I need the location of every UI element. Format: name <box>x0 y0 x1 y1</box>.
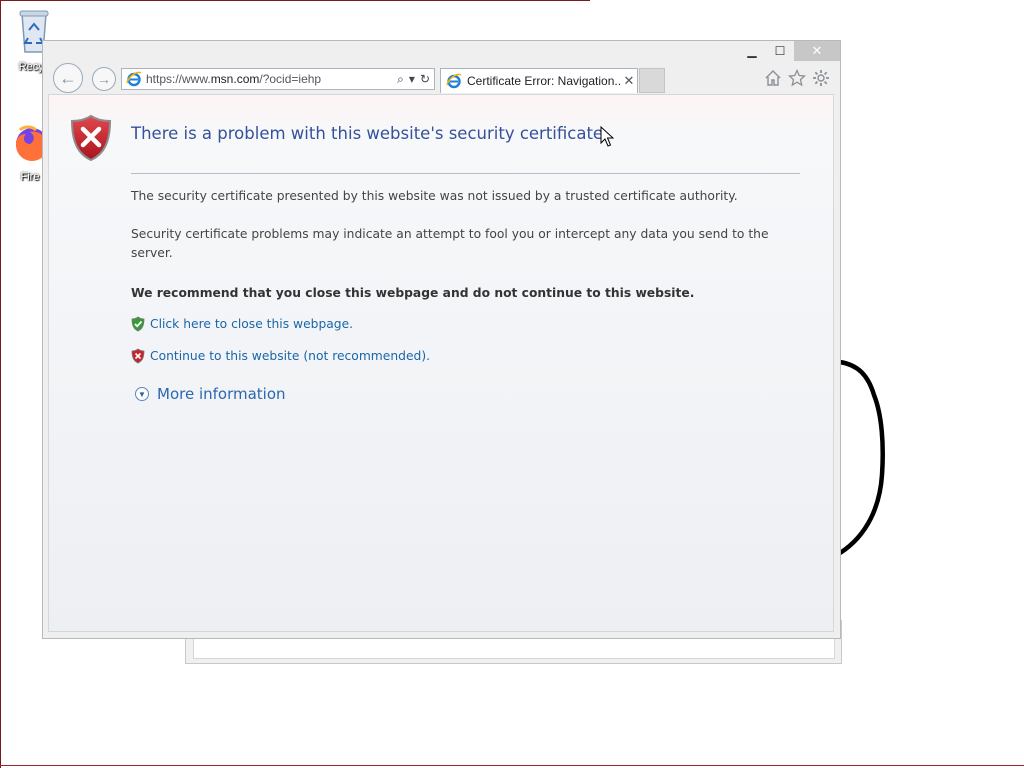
red-shield-icon <box>131 348 145 364</box>
risk-warning-text: Security certificate problems may indica… <box>131 227 769 260</box>
window-controls: ▁ ☐ ✕ <box>738 41 840 61</box>
desktop-frame-left <box>0 0 1 768</box>
continue-website-link[interactable]: Continue to this website (not recommende… <box>150 349 430 363</box>
address-url[interactable]: https://www.msn.com/?ocid=iehp <box>146 72 397 86</box>
favorites-star-icon[interactable] <box>788 69 806 87</box>
close-webpage-link[interactable]: Click here to close this webpage. <box>150 317 353 331</box>
forward-button[interactable]: → <box>92 67 116 91</box>
refresh-icon[interactable]: ↻ <box>420 72 430 86</box>
security-error-shield-icon <box>70 114 112 162</box>
browser-window: ▁ ☐ ✕ ← → https://www.msn.com/?ocid=iehp… <box>42 40 841 639</box>
title-divider <box>131 173 800 174</box>
ie-logo-icon <box>446 73 462 89</box>
maximize-button[interactable]: ☐ <box>766 41 794 61</box>
new-tab-button[interactable] <box>639 68 665 93</box>
green-shield-icon <box>131 316 145 332</box>
tab-title: Certificate Error: Navigation... <box>467 74 621 88</box>
close-window-button[interactable]: ✕ <box>794 41 840 61</box>
minimize-button[interactable]: ▁ <box>738 41 766 61</box>
recommendation-text: We recommend that you close this webpage… <box>131 286 695 300</box>
more-information-toggle[interactable]: ▼ More information <box>135 385 286 403</box>
background-window-field <box>193 637 835 659</box>
settings-gear-icon[interactable] <box>812 69 830 87</box>
more-information-link[interactable]: More information <box>157 385 286 403</box>
url-domain: msn.com <box>210 72 260 86</box>
address-bar[interactable]: https://www.msn.com/?ocid=iehp ⌕ ▾ ↻ <box>121 68 435 90</box>
back-arrow-icon: ← <box>59 67 77 88</box>
continue-website-row: Continue to this website (not recommende… <box>131 348 430 364</box>
close-webpage-row: Click here to close this webpage. <box>131 316 353 332</box>
issuer-warning-text: The security certificate presented by th… <box>131 189 738 203</box>
error-page: There is a problem with this website's s… <box>48 94 834 632</box>
mouse-cursor-icon <box>600 126 614 147</box>
browser-tools <box>764 69 830 87</box>
expand-arrow-icon: ▼ <box>135 387 149 401</box>
page-title: There is a problem with this website's s… <box>131 124 609 143</box>
back-button[interactable]: ← <box>53 63 83 93</box>
search-icon[interactable]: ⌕ <box>397 72 404 87</box>
drawn-curve <box>838 359 885 555</box>
desktop-frame-top <box>0 0 590 1</box>
tab-certificate-error[interactable]: Certificate Error: Navigation... ✕ <box>440 68 638 93</box>
url-prefix: https://www. <box>146 72 211 86</box>
home-icon[interactable] <box>764 69 782 87</box>
ie-logo-icon <box>126 71 142 87</box>
url-suffix: /?ocid=iehp <box>259 72 322 86</box>
desktop-frame-bottom <box>0 765 1024 766</box>
dropdown-icon[interactable]: ▾ <box>409 72 415 86</box>
tab-close-icon[interactable]: ✕ <box>621 73 637 89</box>
forward-arrow-icon: → <box>97 71 111 87</box>
